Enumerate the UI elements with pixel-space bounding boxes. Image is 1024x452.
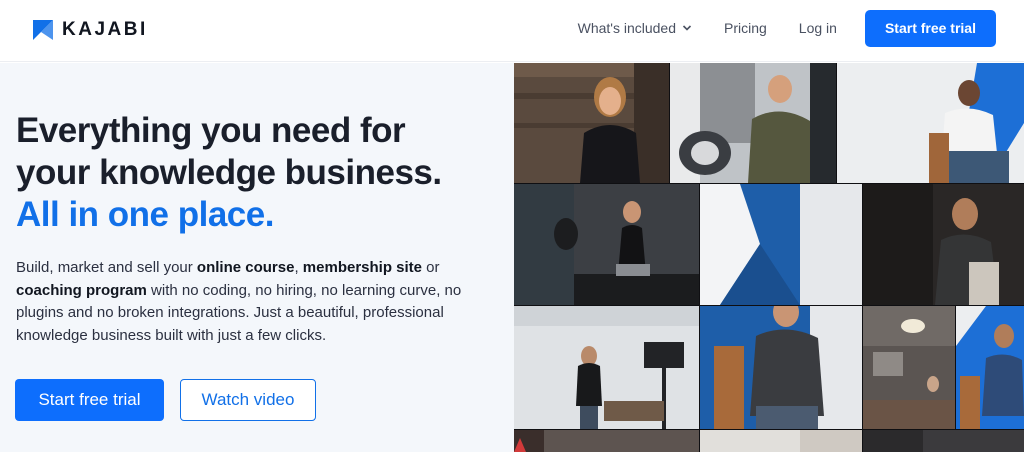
desc-bold-online-course: online course (196, 259, 295, 276)
headline-accent: All in one place. (16, 195, 274, 234)
start-free-trial-button[interactable]: Start free trial (15, 379, 164, 421)
desc-text: , (294, 259, 303, 276)
headline-line-2: your knowledge business. (16, 153, 442, 192)
man-with-motorcycle-photo (670, 63, 836, 183)
woman-seated-studio-photo (514, 184, 699, 305)
nav-pricing[interactable]: Pricing (724, 20, 767, 36)
photo-collage (514, 63, 1024, 452)
site-header: KAJABI What's included Pricing Log in St… (0, 0, 1024, 62)
main-nav: What's included Pricing Log in Start fre… (578, 9, 996, 47)
man-seated-dark-photo (863, 184, 1024, 305)
hero-headline: Everything you need for your knowledge b… (16, 110, 442, 236)
kajabi-logo[interactable]: KAJABI (33, 19, 148, 41)
strip-photo-2 (700, 430, 862, 452)
man-gesturing-chair-photo (700, 306, 862, 429)
desc-text: Build, market and sell your (16, 259, 197, 276)
nav-login[interactable]: Log in (799, 20, 837, 36)
man-seated-talking-photo (837, 63, 1024, 183)
blue-wall-decor-photo (700, 184, 862, 305)
kajabi-logo-icon (33, 20, 53, 40)
header-start-trial-button[interactable]: Start free trial (864, 9, 996, 47)
desc-bold-membership-site: membership site (302, 259, 423, 276)
strip-photo-3 (863, 430, 1024, 452)
watch-video-button[interactable]: Watch video (180, 379, 316, 421)
headline-line-1: Everything you need for (16, 111, 406, 150)
chevron-down-icon (682, 25, 692, 31)
hero-section: Everything you need for your knowledge b… (0, 63, 514, 452)
nav-whats-included[interactable]: What's included (578, 20, 692, 36)
woman-filming-set-photo (514, 306, 699, 429)
hero-description: Build, market and sell your online cours… (16, 257, 486, 347)
woman-office-photo (863, 306, 955, 429)
desc-bold-coaching-program: coaching program (16, 281, 147, 299)
strip-photo-1 (514, 430, 699, 452)
brand-name: KAJABI (62, 19, 148, 40)
desc-text: or (422, 259, 440, 276)
woman-smiling-photo (514, 63, 669, 183)
nav-whats-included-label: What's included (577, 20, 676, 36)
man-blue-backdrop-photo (956, 306, 1024, 429)
